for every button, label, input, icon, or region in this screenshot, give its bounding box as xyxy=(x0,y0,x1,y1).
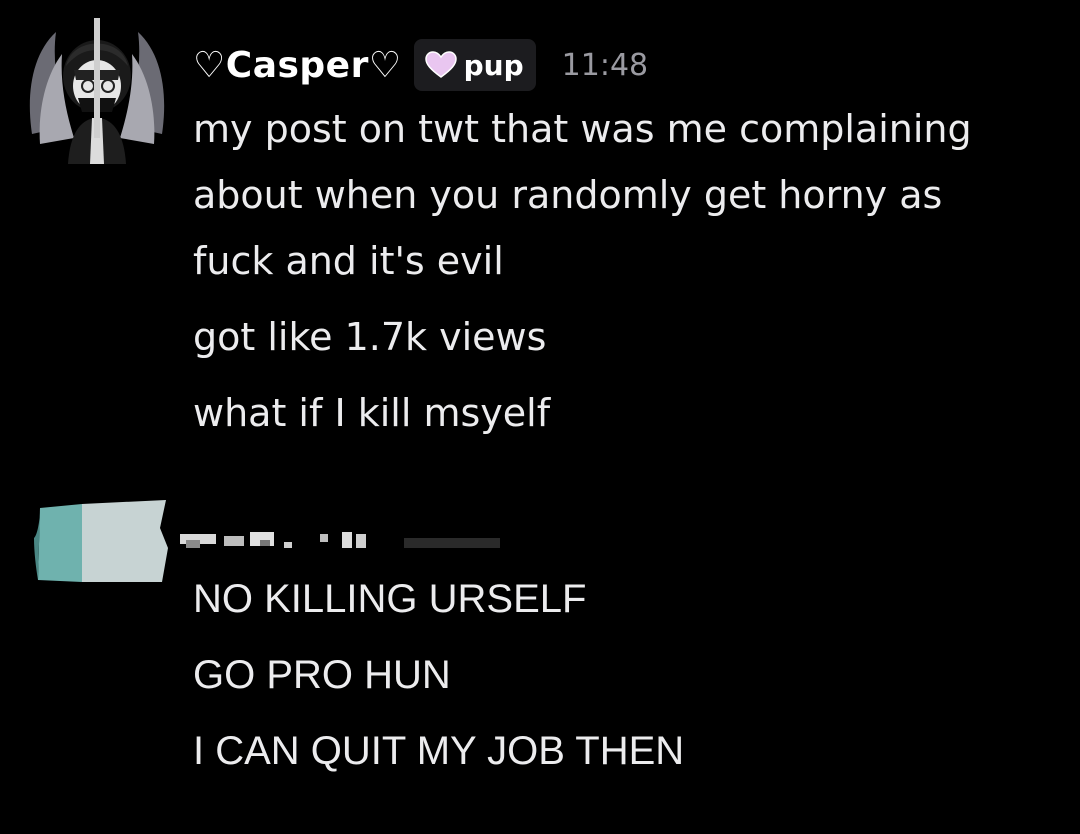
message-text-line: what if I kill msyelf xyxy=(193,391,551,435)
message-header: ♡Casper♡ pup 11:48 xyxy=(193,38,648,92)
avatar-image xyxy=(29,18,165,164)
role-label: pup xyxy=(463,48,524,82)
message-text-line: NO KILLING URSELF xyxy=(193,577,587,621)
pink-heart-icon xyxy=(424,50,458,80)
redacted-username xyxy=(180,520,500,560)
message-text-line: about when you randomly get horny as xyxy=(193,173,943,217)
message-text-line: GO PRO HUN xyxy=(193,653,451,697)
message-text-line: fuck and it's evil xyxy=(193,239,504,283)
message-text-line: my post on twt that was me complaining xyxy=(193,107,972,151)
message-text-line: got like 1.7k views xyxy=(193,315,547,359)
role-tag[interactable]: pup xyxy=(413,39,536,91)
redacted-avatar xyxy=(32,498,172,586)
username[interactable]: ♡Casper♡ xyxy=(193,45,402,86)
timestamp[interactable]: 11:48 xyxy=(562,48,648,83)
avatar[interactable] xyxy=(22,14,172,164)
message-text-line: I CAN QUIT MY JOB THEN xyxy=(193,729,685,773)
